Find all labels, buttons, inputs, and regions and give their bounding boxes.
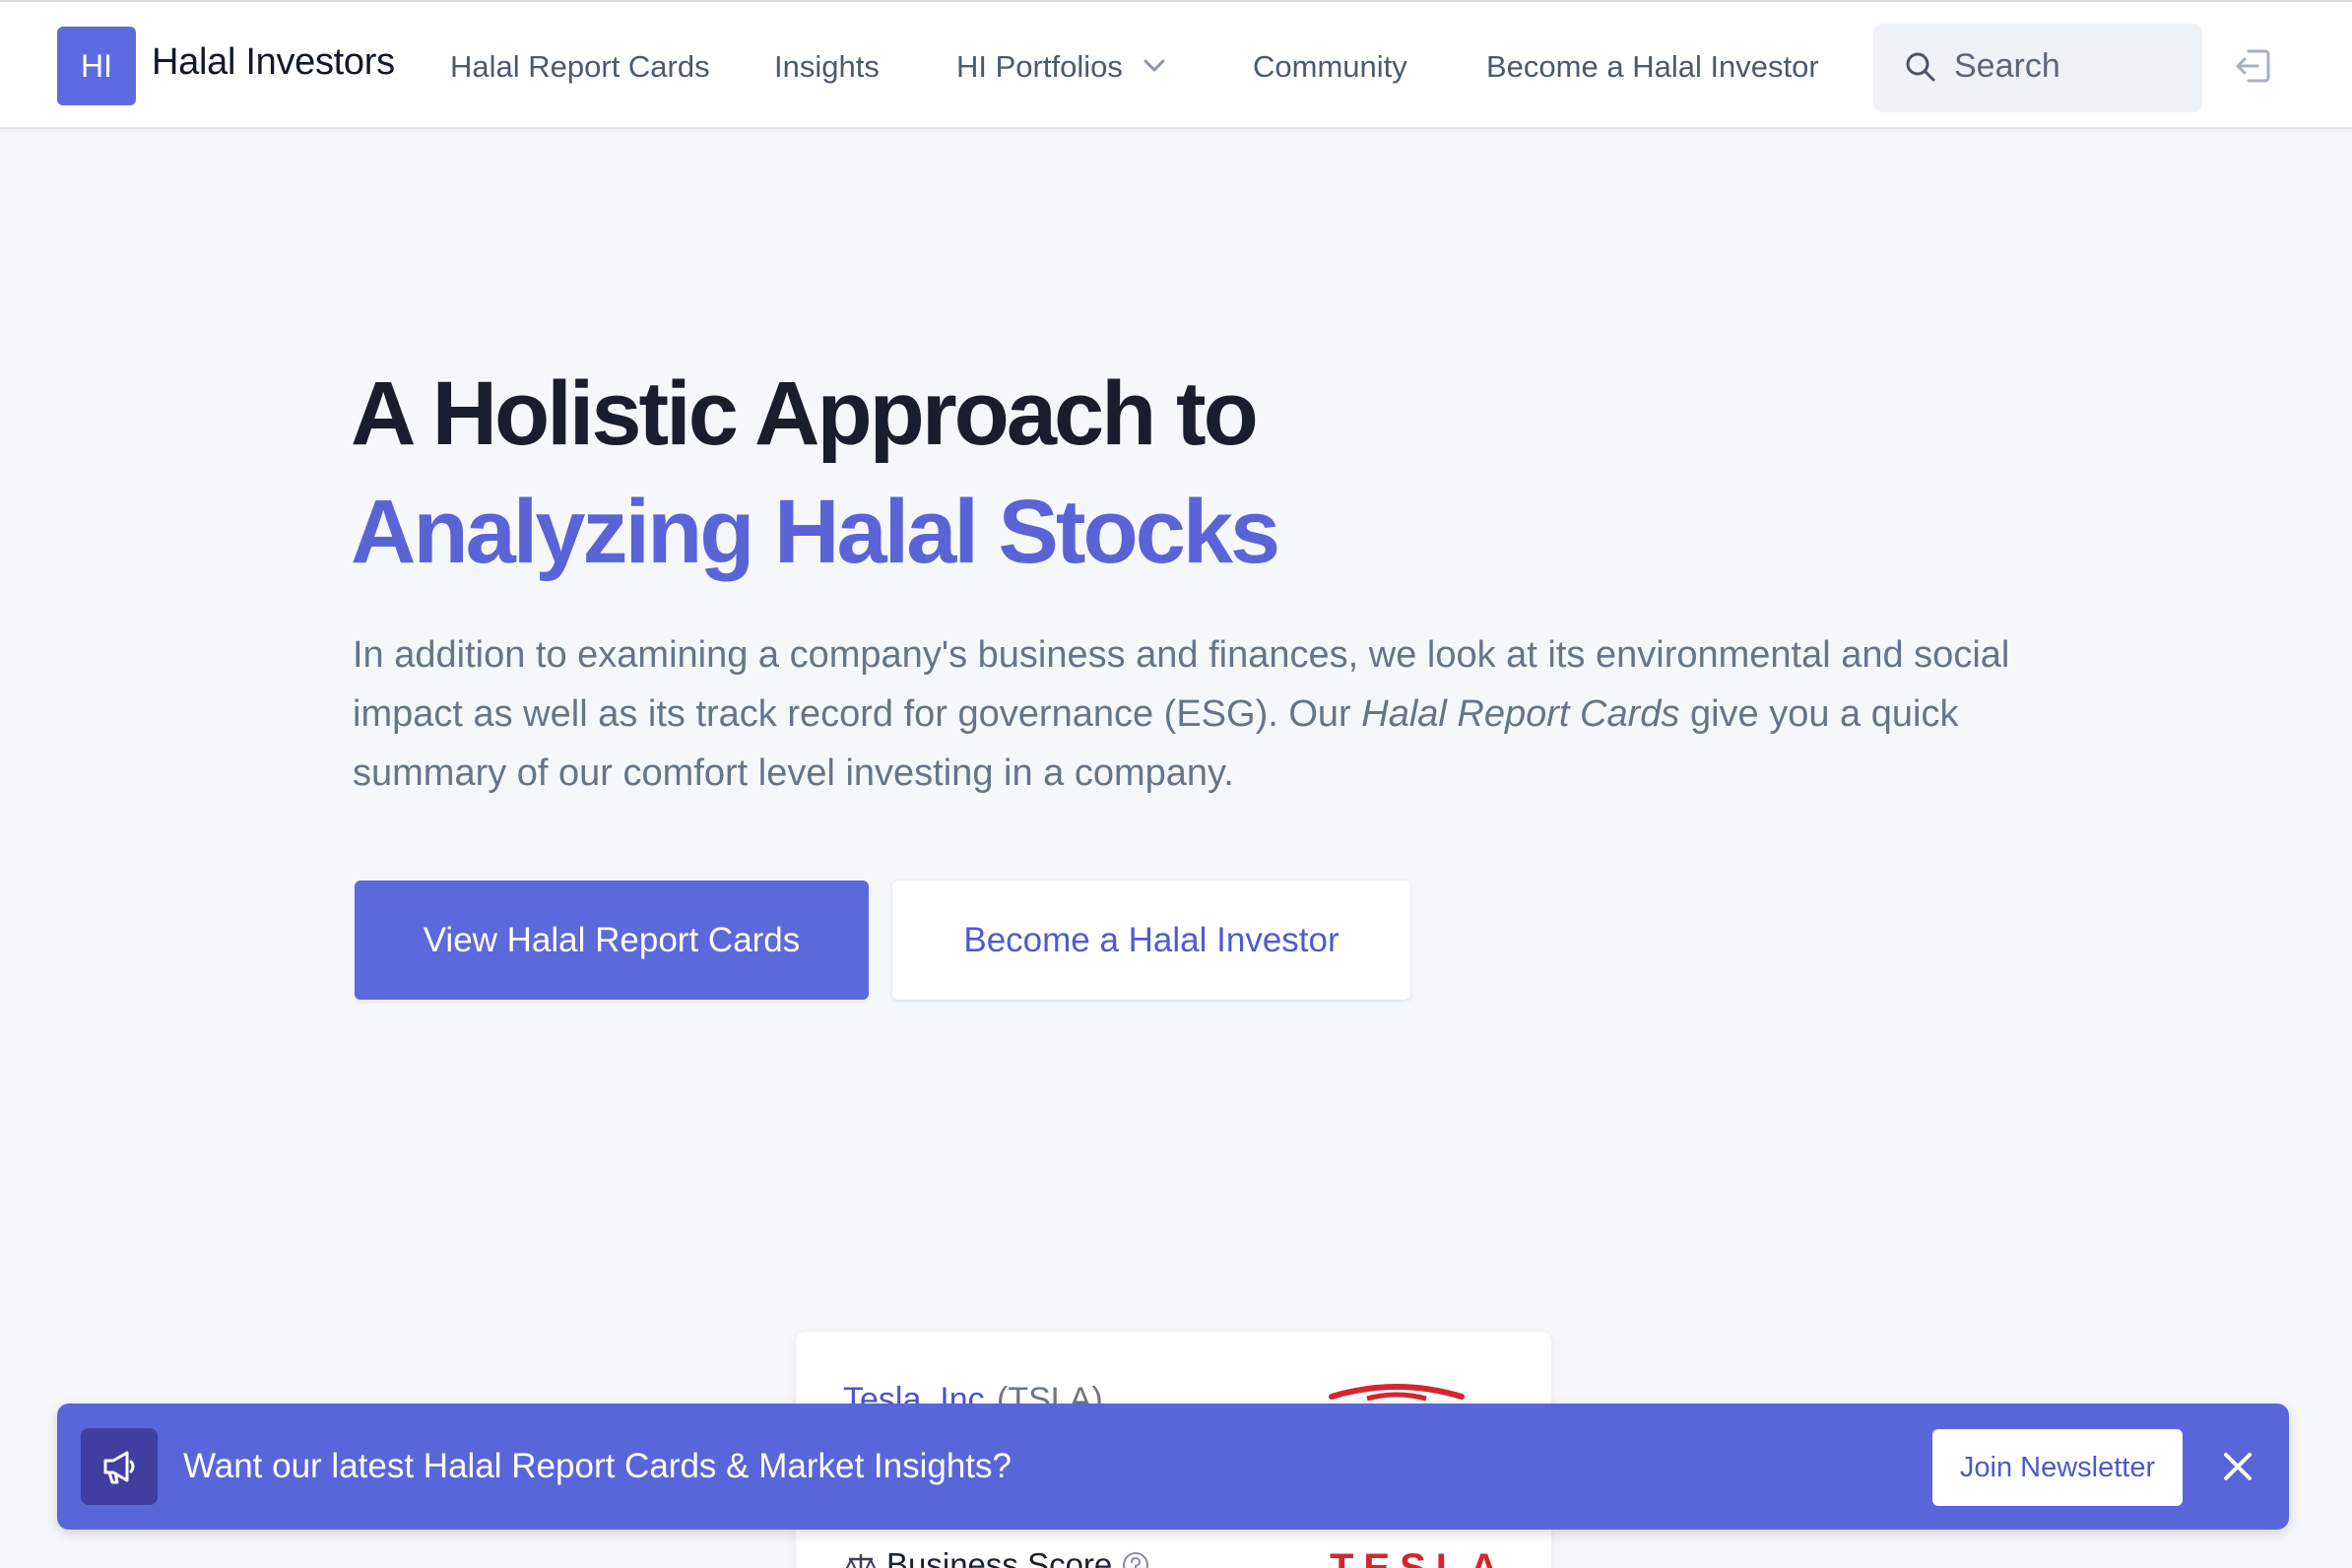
brand-name[interactable]: Halal Investors xyxy=(152,41,395,84)
chevron-down-icon[interactable] xyxy=(1141,55,1168,75)
login-icon[interactable] xyxy=(2232,45,2273,87)
hero-title: A Holistic Approach to Analyzing Halal S… xyxy=(351,355,1280,591)
logo-text: HI xyxy=(81,47,112,84)
become-halal-investor-button[interactable]: Become a Halal Investor xyxy=(892,881,1410,1000)
hero-title-line2: Analyzing Halal Stocks xyxy=(351,482,1280,582)
nav-become-halal-investor[interactable]: Become a Halal Investor xyxy=(1486,49,1819,85)
megaphone-icon xyxy=(103,1451,135,1484)
logo[interactable]: HI xyxy=(57,27,136,105)
nav-halal-report-cards[interactable]: Halal Report Cards xyxy=(450,49,710,85)
hero-title-line1: A Holistic Approach to xyxy=(351,363,1259,464)
search-placeholder: Search xyxy=(1954,47,2060,85)
nav-hi-portfolios[interactable]: HI Portfolios xyxy=(956,49,1123,85)
join-newsletter-button[interactable]: Join Newsletter xyxy=(1932,1429,2183,1506)
close-icon[interactable] xyxy=(2216,1445,2259,1488)
hero-description-emphasis: Halal Report Cards xyxy=(1361,693,1680,735)
banner-icon-box xyxy=(81,1428,158,1505)
search-input[interactable]: Search xyxy=(1873,24,2202,112)
join-newsletter-label: Join Newsletter xyxy=(1959,1451,2156,1483)
top-navbar: HI Halal Investors Halal Report Cards In… xyxy=(0,0,2352,129)
hero-description: In addition to examining a company's bus… xyxy=(353,625,2027,803)
help-icon[interactable] xyxy=(1121,1550,1150,1568)
business-score-label: Business Score xyxy=(886,1546,1113,1568)
tesla-wordmark: TESLA xyxy=(1330,1546,1509,1568)
banner-message: Want our latest Halal Report Cards & Mar… xyxy=(183,1447,1012,1485)
newsletter-banner: Want our latest Halal Report Cards & Mar… xyxy=(57,1404,2289,1530)
view-report-cards-button[interactable]: View Halal Report Cards xyxy=(355,881,869,1000)
become-halal-investor-label: Become a Halal Investor xyxy=(963,920,1339,959)
view-report-cards-label: View Halal Report Cards xyxy=(423,920,801,959)
nav-community[interactable]: Community xyxy=(1253,49,1407,85)
nav-insights[interactable]: Insights xyxy=(774,49,880,85)
scale-icon xyxy=(845,1554,877,1568)
search-icon xyxy=(1906,52,1935,82)
